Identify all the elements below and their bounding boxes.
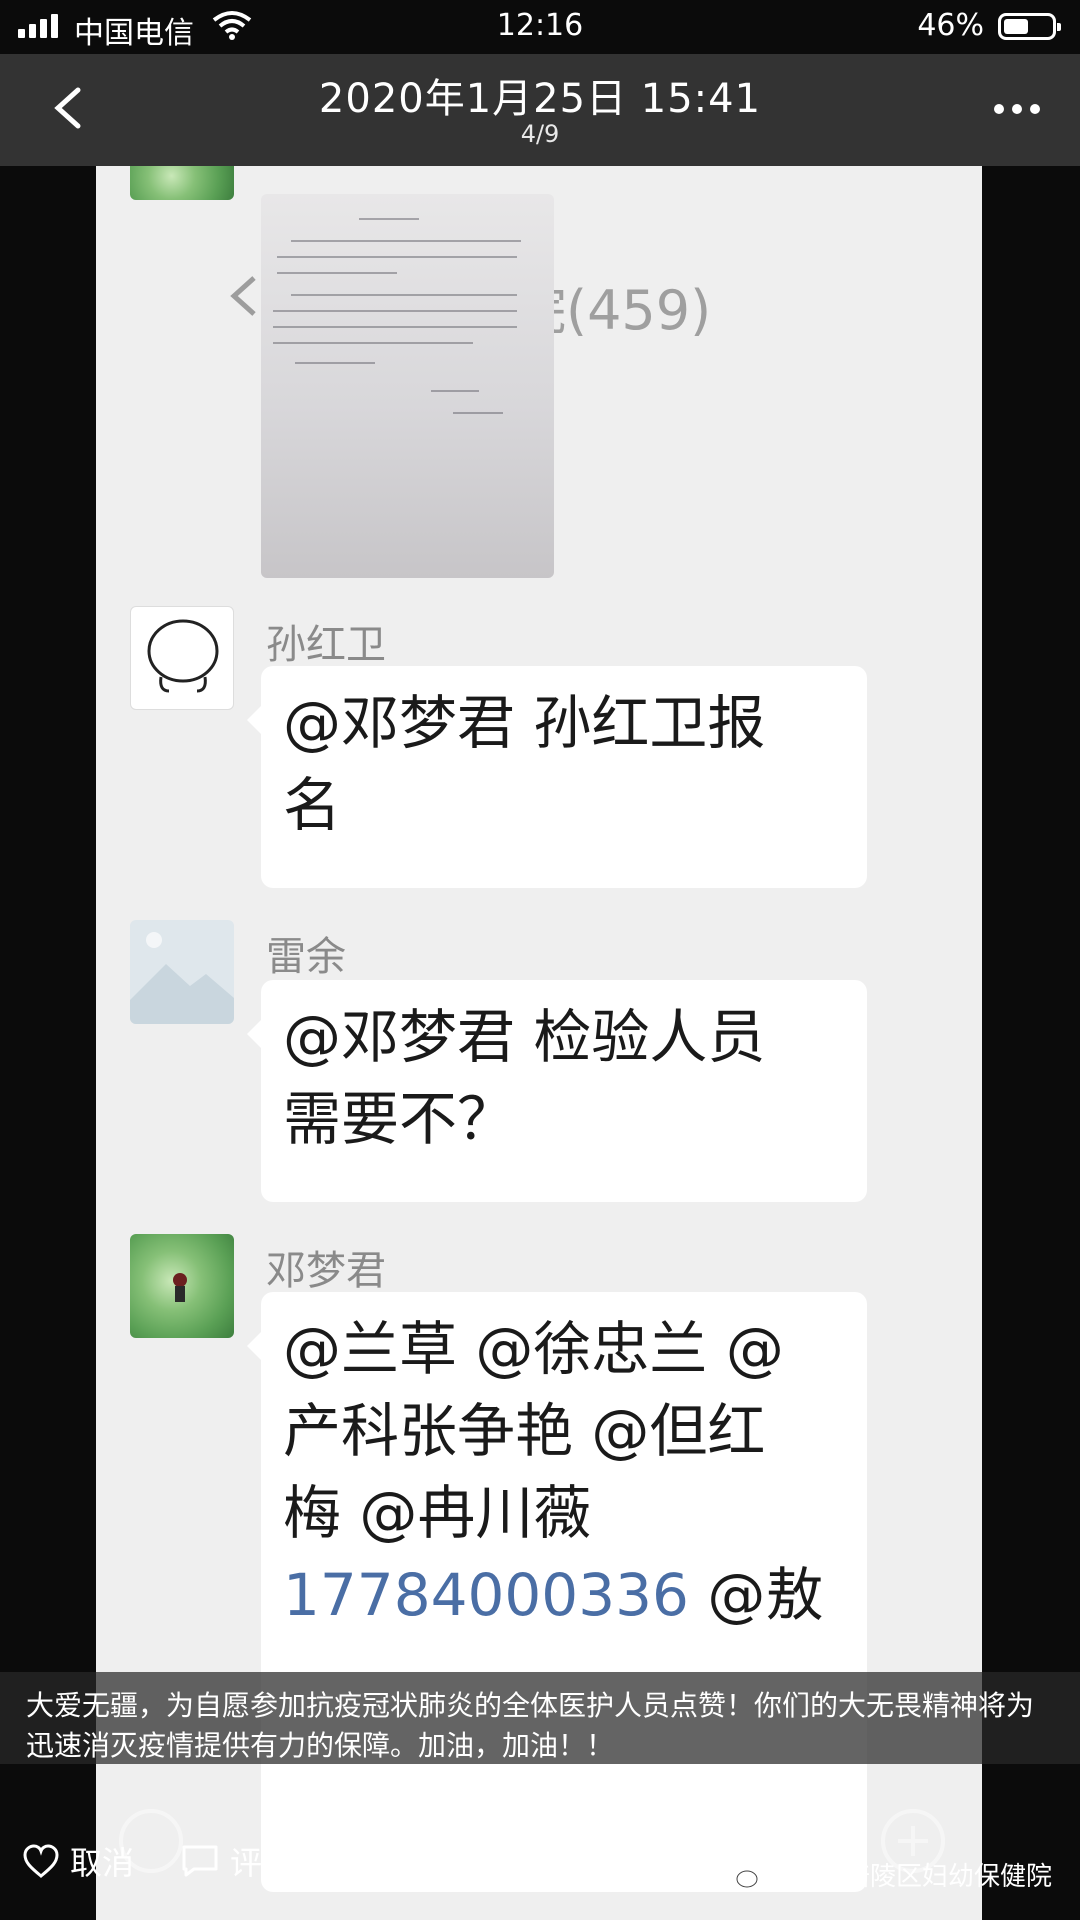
photo-caption: 大爱无疆，为自愿参加抗疫冠状肺炎的全体医护人员点赞！你们的大无畏精神将为迅速消灭… [0, 1672, 1080, 1764]
message-line: @邓梦君 孙红卫报 [283, 689, 766, 757]
sender-name: 邓梦君 [266, 1248, 386, 1294]
viewer-header: 2020年1月25日 15:41 4/9 [0, 54, 1080, 166]
avatar [130, 1234, 234, 1338]
more-icon[interactable] [994, 104, 1040, 114]
meme-avatar-icon [147, 619, 219, 693]
like-button[interactable]: 取消 [22, 1838, 134, 1884]
ghost-back-icon [230, 276, 256, 316]
comment-label: 评论 [230, 1844, 295, 1882]
action-bar: 取消 评论 重庆市涪陵区妇幼保健院 [0, 1808, 1080, 1920]
photo-date: 2020年1月25日 15:41 [318, 76, 762, 122]
message-line: 需要不？ [283, 1085, 516, 1153]
sender-name: 孙红卫 [266, 622, 386, 668]
person-photo-icon [173, 1273, 187, 1302]
message-bubble: @兰草 @徐忠兰 @ 产科张争艳 @但红 梅 @冉川薇 17784000336 … [247, 1292, 867, 1892]
heart-icon [23, 1844, 59, 1878]
handwritten-letter-image [261, 194, 554, 578]
message-line: @邓梦君 检验人员 [283, 1003, 766, 1071]
image-placeholder-icon [130, 932, 234, 1024]
battery-percent: 46% [917, 8, 984, 43]
avatar [130, 920, 234, 1024]
message-bubble: @邓梦君 检验人员 需要不？ [247, 980, 867, 1202]
comment-icon [182, 1845, 218, 1877]
image-viewer: 中国电信 12:16 46% 妇幼保健院(459) [0, 0, 1080, 1920]
watermark-text: 重庆市涪陵区妇幼保健院 [765, 1862, 1052, 1892]
avatar [130, 166, 234, 200]
message-line: 产科张争艳 @但红 [283, 1397, 766, 1465]
message-line: 梅 @冉川薇 [283, 1479, 592, 1547]
message-bubble: @邓梦君 孙红卫报 名 [247, 666, 867, 888]
watermark: 重庆市涪陵区妇幼保健院 [724, 1856, 1052, 1893]
sender-name: 雷余 [266, 934, 346, 980]
photo-content: 妇幼保健院(459) 孙红卫 @邓梦君 孙红卫报 [96, 166, 982, 1920]
avatar [130, 606, 234, 710]
message-line: 名 [283, 771, 342, 839]
battery-icon [998, 13, 1061, 40]
status-bar: 中国电信 12:16 46% [0, 0, 1080, 54]
photo-index: 4/9 [520, 120, 560, 148]
comment-button[interactable]: 评论 [180, 1838, 294, 1884]
message-line: 17784000336 @敖 [283, 1554, 845, 1636]
message-tail: @敖 [688, 1561, 824, 1629]
like-label: 取消 [70, 1844, 135, 1882]
wechat-icon [724, 1861, 758, 1887]
phone-link[interactable]: 17784000336 [283, 1561, 689, 1629]
message-line: @兰草 @徐忠兰 @ [283, 1315, 784, 1383]
